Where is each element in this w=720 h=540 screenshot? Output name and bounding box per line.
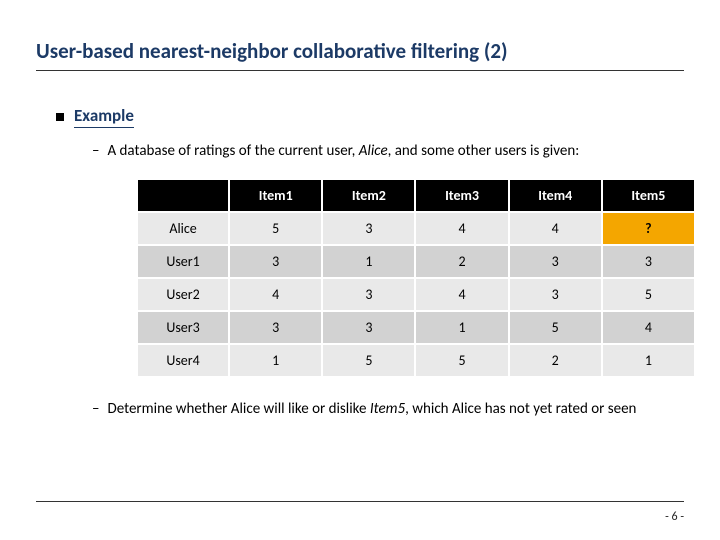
cell: 4 <box>229 278 322 311</box>
cell: 4 <box>602 311 695 344</box>
cell: 4 <box>415 278 508 311</box>
bullet-2-text: Determine whether Alice will like or dis… <box>107 400 636 420</box>
cell: 1 <box>415 311 508 344</box>
dash-bullet-icon: – <box>92 400 99 420</box>
cell: 1 <box>229 344 322 377</box>
bullet-1-post: , and some other users is given: <box>388 142 580 160</box>
cell: 1 <box>322 245 415 278</box>
page-number: - 6 - <box>665 510 684 524</box>
bullet-2-item: Item5 <box>370 400 405 418</box>
row-header: Alice <box>137 212 229 245</box>
row-header: User2 <box>137 278 229 311</box>
bullet-1-pre: A database of ratings of the current use… <box>107 142 358 160</box>
cell: 3 <box>602 245 695 278</box>
cell: 3 <box>322 212 415 245</box>
table-header-row: Item1 Item2 Item3 Item4 Item5 <box>137 179 695 212</box>
col-header: Item1 <box>229 179 322 212</box>
bullet-2-post: , which Alice has not yet rated or seen <box>405 400 636 418</box>
bullet-2: – Determine whether Alice will like or d… <box>56 400 684 420</box>
cell: 3 <box>229 245 322 278</box>
ratings-table-wrap: Item1 Item2 Item3 Item4 Item5 Alice5344?… <box>136 178 696 378</box>
section-heading-row: Example <box>56 105 684 128</box>
row-header: User4 <box>137 344 229 377</box>
section: Example – A database of ratings of the c… <box>36 105 684 419</box>
row-header: User3 <box>137 311 229 344</box>
cell: 3 <box>509 245 602 278</box>
cell: 3 <box>509 278 602 311</box>
cell: 4 <box>415 212 508 245</box>
footer-rule <box>36 501 684 502</box>
bullet-1-user: Alice <box>359 142 388 160</box>
page-title: User-based nearest-neighbor collaborativ… <box>36 38 684 71</box>
cell: 2 <box>415 245 508 278</box>
cell: 4 <box>509 212 602 245</box>
cell: ? <box>602 212 695 245</box>
col-header: Item4 <box>509 179 602 212</box>
square-bullet-icon <box>56 113 64 121</box>
col-header: Item2 <box>322 179 415 212</box>
bullet-1: – A database of ratings of the current u… <box>56 142 684 162</box>
section-heading: Example <box>74 105 134 128</box>
table-row: Alice5344? <box>137 212 695 245</box>
table-row: User243435 <box>137 278 695 311</box>
table-row: User415521 <box>137 344 695 377</box>
table-header-blank <box>137 179 229 212</box>
bullet-1-text: A database of ratings of the current use… <box>107 142 579 162</box>
cell: 5 <box>322 344 415 377</box>
table-row: User333154 <box>137 311 695 344</box>
cell: 5 <box>415 344 508 377</box>
dash-bullet-icon: – <box>92 142 99 162</box>
col-header: Item5 <box>602 179 695 212</box>
cell: 2 <box>509 344 602 377</box>
table-row: User131233 <box>137 245 695 278</box>
cell: 5 <box>229 212 322 245</box>
cell: 5 <box>602 278 695 311</box>
bullet-2-pre: Determine whether Alice will like or dis… <box>107 400 369 418</box>
cell: 5 <box>509 311 602 344</box>
cell: 1 <box>602 344 695 377</box>
cell: 3 <box>322 311 415 344</box>
row-header: User1 <box>137 245 229 278</box>
ratings-table: Item1 Item2 Item3 Item4 Item5 Alice5344?… <box>136 178 696 378</box>
slide: User-based nearest-neighbor collaborativ… <box>0 0 720 540</box>
cell: 3 <box>322 278 415 311</box>
cell: 3 <box>229 311 322 344</box>
col-header: Item3 <box>415 179 508 212</box>
